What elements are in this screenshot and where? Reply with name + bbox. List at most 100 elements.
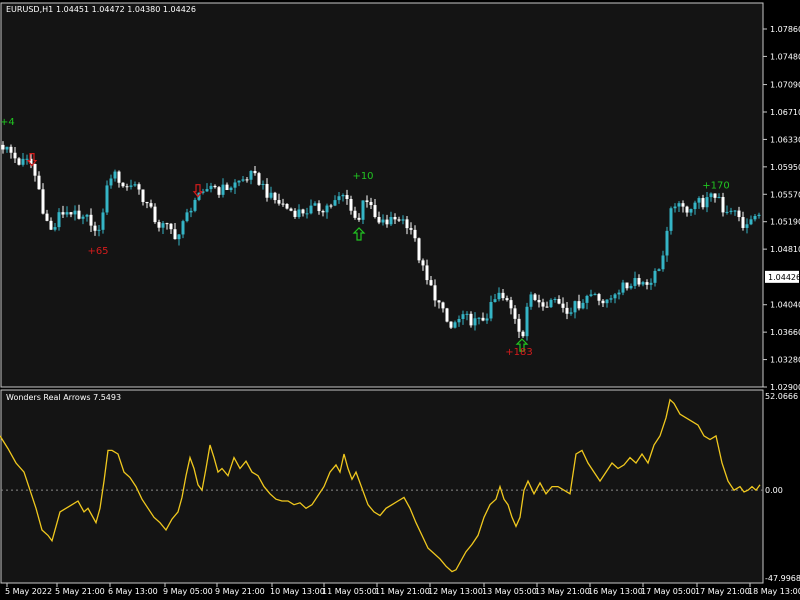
candle-body [249, 171, 253, 180]
candle-body [409, 228, 413, 230]
sell-signal-label: +65 [87, 246, 108, 257]
candle-body [241, 179, 245, 181]
candle-body [429, 280, 433, 286]
time-axis-label: 11 May 21:00 [375, 587, 430, 596]
candle-body [617, 292, 621, 295]
price-axis-label: 1.07860 [770, 25, 800, 34]
price-axis-label: 1.02900 [770, 383, 800, 392]
candle-body [749, 219, 753, 225]
candle-body [141, 189, 145, 202]
indicator-subwindow[interactable]: 5 May 2022 5 May 21:00 6 May 13:00 9 May 05… [0, 389, 800, 596]
candle-body [565, 307, 569, 314]
candle-body [185, 212, 189, 222]
candle-body [73, 210, 77, 215]
candle-body [465, 313, 469, 315]
time-axis-label: 9 May 21:00 [215, 587, 265, 596]
candle-body [689, 209, 693, 213]
candle-body [333, 200, 337, 206]
candle-body [509, 300, 513, 309]
candle-body [13, 152, 17, 159]
indicator-axis-label: 0.00 [765, 486, 783, 495]
time-axis-label: 18 May 13:00 [748, 587, 800, 596]
candle-body [729, 210, 733, 212]
candle-body [741, 217, 745, 228]
candle-body [485, 318, 489, 321]
candle-body [553, 299, 557, 301]
indicator-title: Wonders Real Arrows 7.5493 [6, 393, 121, 402]
candle-body [341, 195, 345, 197]
candle-body [641, 282, 645, 285]
candle-body [25, 158, 29, 160]
candle-body [305, 213, 309, 215]
candle-body [629, 285, 633, 289]
candle-body [505, 298, 509, 301]
candle-body [601, 300, 605, 304]
candle-body [321, 211, 325, 213]
main-price-chart[interactable]: 1.07860 1.07480 1.07090 1.06710 1.06330 1.059… [0, 2, 800, 392]
candle-body [597, 294, 601, 301]
candle-body [153, 206, 157, 223]
candle-body [349, 199, 353, 211]
candle-body [225, 184, 229, 191]
candle-body [525, 306, 529, 337]
candle-body [125, 186, 129, 188]
candle-body [89, 214, 93, 226]
candle-body [697, 198, 701, 203]
candle-body [705, 197, 709, 208]
candle-body [405, 219, 409, 229]
candle-body [669, 208, 673, 231]
candle-body [665, 230, 669, 256]
buy-signal-label: +10 [352, 171, 373, 182]
candle-body [353, 210, 357, 218]
candle-body [217, 187, 221, 195]
price-axis-label: 1.04040 [770, 301, 800, 310]
candle-body [521, 331, 525, 337]
candle-body [121, 182, 125, 187]
candle-body [733, 210, 737, 212]
candle-body [757, 214, 761, 216]
price-axis-label: 1.06710 [770, 108, 800, 117]
time-axis-label: 13 May 21:00 [535, 587, 590, 596]
candle-body [101, 212, 105, 230]
candle-body [133, 184, 137, 186]
candle-body [85, 214, 89, 217]
candle-body [93, 225, 97, 231]
candle-body [149, 203, 153, 207]
candle-body [213, 185, 217, 188]
candle-body [193, 199, 197, 211]
candle-body [229, 187, 233, 191]
candle-body [357, 217, 361, 220]
time-axis-label: 12 May 13:00 [428, 587, 483, 596]
candle-body [473, 318, 477, 326]
price-axis-label: 1.03280 [770, 356, 800, 365]
candle-body [701, 198, 705, 208]
candle-body [557, 299, 561, 304]
candle-body [541, 302, 545, 307]
candle-body [433, 285, 437, 301]
time-axis-label: 17 May 21:00 [695, 587, 750, 596]
candle-body [649, 282, 653, 285]
candle-body [317, 203, 321, 212]
candle-body [233, 182, 237, 188]
candle-body [61, 212, 65, 215]
candle-body [585, 295, 589, 303]
candle-body [745, 224, 749, 228]
candle-body [257, 173, 261, 185]
candle-body [457, 318, 461, 323]
chart-window[interactable]: 1.07860 1.07480 1.07090 1.06710 1.06330 1.059… [0, 0, 800, 600]
time-axis-label: 10 May 13:00 [270, 587, 325, 596]
candle-body [657, 269, 661, 271]
candle-body [373, 205, 377, 217]
candle-body [713, 193, 717, 198]
candle-body [469, 313, 473, 326]
candle-body [69, 212, 73, 215]
chart-header-symbol: EURUSD,H1 [6, 5, 53, 14]
candle-body [605, 299, 609, 304]
candle-body [97, 229, 101, 231]
candle-body [117, 171, 121, 183]
candle-body [685, 206, 689, 213]
buy-signal-label: +4 [0, 117, 15, 128]
candle-body [497, 292, 501, 300]
candle-body [301, 209, 305, 214]
candle-body [693, 202, 697, 210]
